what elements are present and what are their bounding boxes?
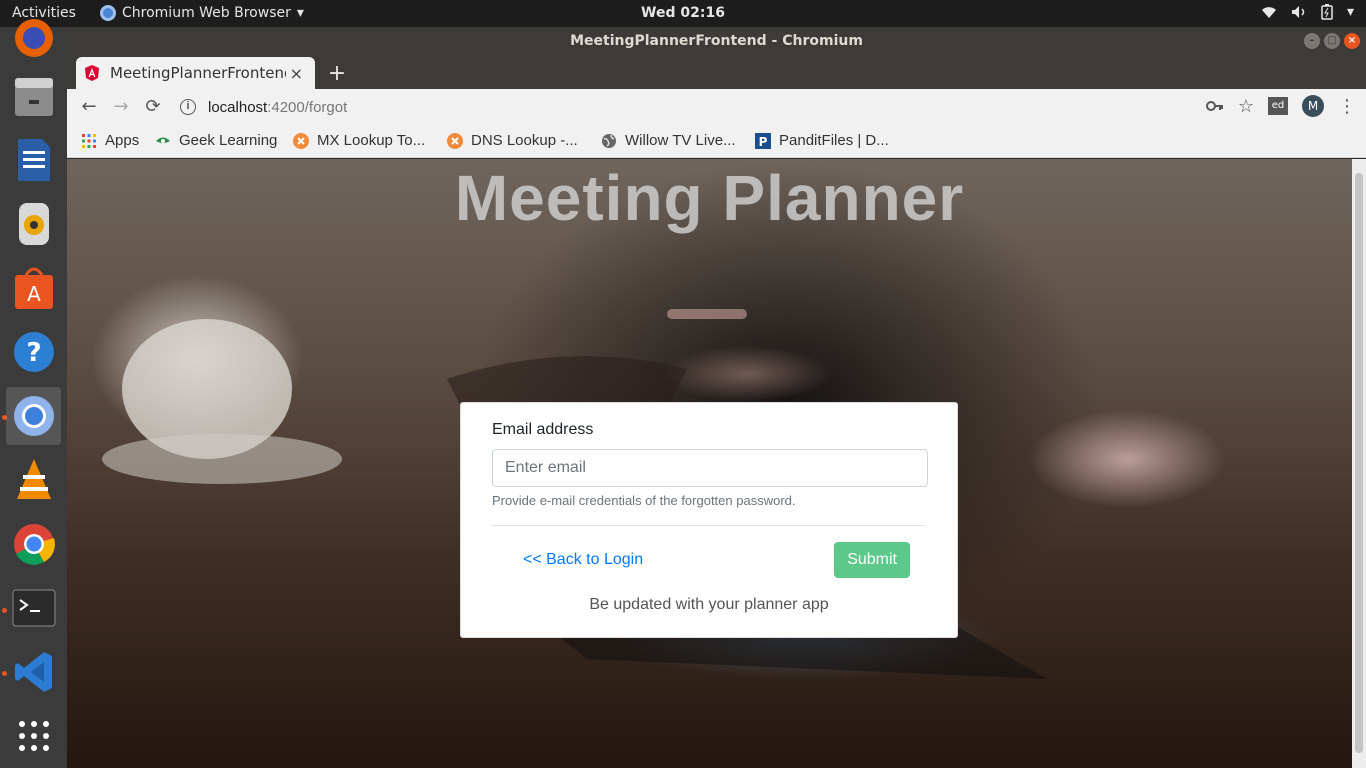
firefox-icon xyxy=(14,19,53,57)
dock-files[interactable] xyxy=(6,67,61,125)
bookmark-dns-lookup[interactable]: DNS Lookup -... xyxy=(447,132,578,149)
forgot-password-card: Email address Provide e-mail credentials… xyxy=(460,402,958,638)
panditfiles-icon: P xyxy=(755,132,771,149)
tagline: Be updated with your planner app xyxy=(589,596,829,613)
bookmark-panditfiles[interactable]: P PanditFiles | D... xyxy=(755,132,889,149)
reload-icon[interactable]: ⟳ xyxy=(142,96,164,118)
bookmark-label: PanditFiles | D... xyxy=(779,132,889,149)
menu-kebab-icon[interactable]: ⋮ xyxy=(1338,96,1356,117)
volume-icon xyxy=(1291,6,1305,18)
forward-arrow-icon[interactable]: → xyxy=(110,96,132,118)
libreoffice-writer-icon xyxy=(17,139,50,181)
page-title: Meeting Planner xyxy=(454,162,965,234)
dock-software[interactable]: A xyxy=(6,259,61,317)
tab-close-icon[interactable]: × xyxy=(286,64,307,83)
tab-title: MeetingPlannerFrontend xyxy=(110,64,286,82)
svg-text:A: A xyxy=(27,282,41,306)
dock-help[interactable]: ? xyxy=(6,323,61,381)
bookmark-mx-lookup[interactable]: MX Lookup To... xyxy=(293,132,425,149)
url-path: :4200/forgot xyxy=(267,98,348,116)
dock-chromium[interactable] xyxy=(6,387,61,445)
dock-rhythmbox[interactable] xyxy=(6,195,61,253)
maximize-button[interactable]: □ xyxy=(1324,33,1340,49)
url-host: localhost xyxy=(208,98,268,116)
submit-button[interactable]: Submit xyxy=(834,542,910,578)
dock-vscode[interactable] xyxy=(6,643,61,701)
email-input[interactable] xyxy=(492,449,928,487)
wifi-icon xyxy=(1261,7,1276,18)
bookmark-label: MX Lookup To... xyxy=(317,132,426,149)
clock[interactable]: Wed 02:16 xyxy=(0,5,1366,21)
minimize-button[interactable]: – xyxy=(1304,33,1320,49)
show-apps-grid-icon xyxy=(18,721,49,751)
mxtoolbox-icon xyxy=(447,132,463,149)
browser-toolbar: ← → ⟳ i localhost:4200/forgot ☆ ed M ⋮ xyxy=(67,89,1366,125)
svg-text:P: P xyxy=(759,135,768,149)
bookmark-geek-learning[interactable]: Geek Learning xyxy=(155,132,277,149)
email-help-text: Provide e-mail credentials of the forgot… xyxy=(492,493,796,508)
scrollbar-thumb[interactable] xyxy=(1355,173,1363,753)
bookmark-apps[interactable]: Apps xyxy=(81,132,139,149)
system-tray[interactable]: ▾ xyxy=(1261,4,1354,20)
new-tab-button[interactable]: + xyxy=(327,61,347,86)
divider xyxy=(492,525,926,526)
battery-icon xyxy=(1321,4,1333,20)
bookmarks-bar: Apps Geek Learning MX Lookup To... DNS L… xyxy=(67,125,1366,158)
window-title: MeetingPlannerFrontend - Chromium xyxy=(570,33,863,49)
chrome-icon xyxy=(13,524,55,565)
tab-strip: MeetingPlannerFrontend × + xyxy=(67,55,1366,89)
bookmark-label: Willow TV Live... xyxy=(625,132,736,149)
profile-avatar[interactable]: M xyxy=(1302,95,1324,117)
chromium-icon xyxy=(13,396,54,436)
page-scrollbar[interactable] xyxy=(1352,159,1366,768)
tab-meeting-planner[interactable]: MeetingPlannerFrontend × xyxy=(76,57,315,89)
bookmark-label: Geek Learning xyxy=(179,132,278,149)
back-arrow-icon[interactable]: ← xyxy=(78,96,100,118)
dock-firefox[interactable] xyxy=(6,9,61,67)
help-icon: ? xyxy=(13,332,54,372)
close-window-button[interactable]: × xyxy=(1344,33,1360,49)
bookmark-label: Apps xyxy=(105,132,140,149)
email-label: Email address xyxy=(492,421,594,438)
vscode-icon xyxy=(14,652,52,692)
gnome-top-bar: Activities Chromium Web Browser ▾ Wed 02… xyxy=(0,0,1366,27)
vlc-icon xyxy=(16,459,51,499)
page-viewport: Meeting Planner Email address Provide e-… xyxy=(67,159,1352,768)
address-bar[interactable]: i localhost:4200/forgot xyxy=(180,93,1180,121)
globe-icon xyxy=(602,133,616,148)
ubuntu-dock: A ? xyxy=(0,19,67,768)
dock-terminal[interactable] xyxy=(6,579,61,637)
terminal-icon xyxy=(12,589,55,627)
apps-grid-icon xyxy=(82,133,96,148)
window-title-bar[interactable]: MeetingPlannerFrontend - Chromium – □ × xyxy=(67,27,1366,55)
system-menu-arrow-icon: ▾ xyxy=(1346,4,1354,20)
site-info-icon[interactable]: i xyxy=(180,99,196,115)
angular-favicon-icon xyxy=(85,65,99,81)
dock-vlc[interactable] xyxy=(6,451,61,509)
rhythmbox-icon xyxy=(18,203,49,245)
geek-icon xyxy=(156,137,170,143)
mxtoolbox-icon xyxy=(293,132,309,149)
ubuntu-software-icon: A xyxy=(14,267,53,309)
extension-ed-icon[interactable]: ed xyxy=(1268,97,1288,115)
svg-text:?: ? xyxy=(26,338,41,368)
back-to-login-link[interactable]: << Back to Login xyxy=(523,551,643,569)
dock-writer[interactable] xyxy=(6,131,61,189)
bookmark-label: DNS Lookup -... xyxy=(471,132,578,149)
bookmark-willow-tv[interactable]: Willow TV Live... xyxy=(601,132,736,149)
files-icon xyxy=(14,78,53,116)
dock-show-apps[interactable] xyxy=(6,707,61,765)
key-icon[interactable] xyxy=(1205,99,1224,113)
bookmark-star-icon[interactable]: ☆ xyxy=(1238,96,1254,117)
dock-chrome[interactable] xyxy=(6,515,61,573)
